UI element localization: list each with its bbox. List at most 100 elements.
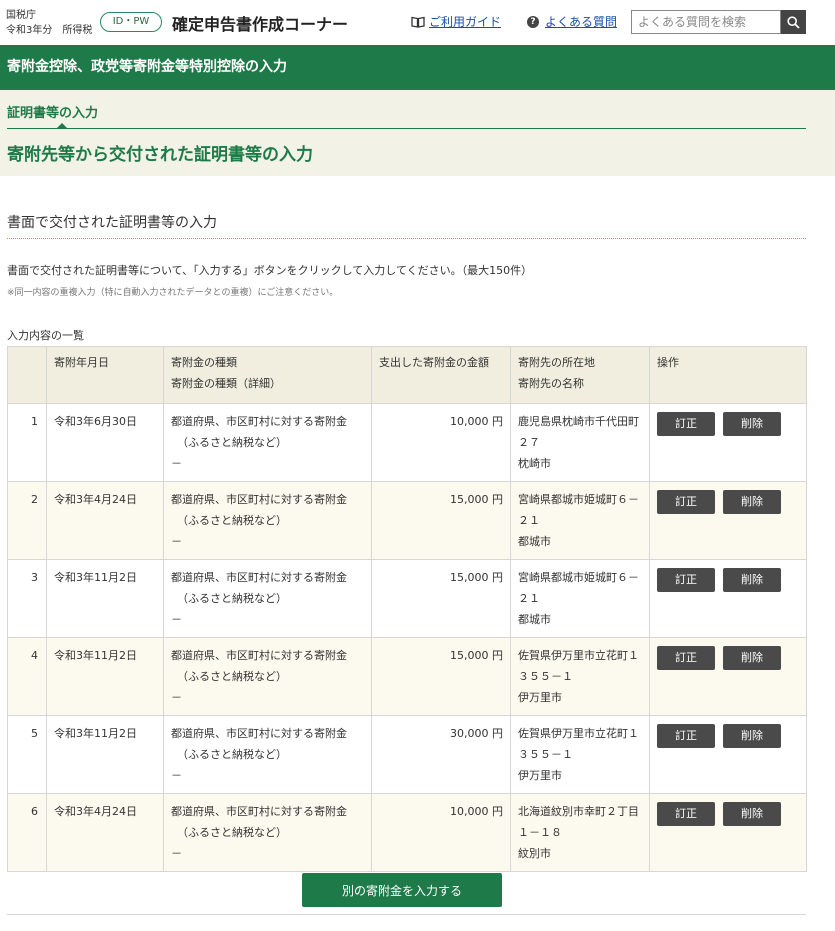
header-no: [7, 346, 47, 404]
donation-amount: 10,000 円: [371, 403, 511, 482]
recipient-address: 宮崎県都城市姫城町６－２１: [518, 493, 639, 527]
donation-type-sub: （ふるさと納税など）: [177, 670, 287, 683]
header-type-label: 寄附金の種類: [171, 356, 237, 369]
faq-search-input[interactable]: [631, 10, 781, 34]
tax-year: 令和3年分 所得税: [6, 25, 93, 36]
row-number: 5: [7, 715, 47, 794]
recipient-name: 枕崎市: [518, 457, 551, 470]
ops-cell: 訂正 削除: [649, 403, 807, 482]
header-amount: 支出した寄附金の金額: [371, 346, 511, 404]
donation-table: 寄附年月日 寄附金の種類 寄附金の種類（詳細） 支出した寄附金の金額 寄附先の所…: [7, 346, 807, 872]
delete-button[interactable]: 削除: [723, 568, 781, 592]
search-button[interactable]: [781, 10, 806, 34]
section-title: 書面で交付された証明書等の入力: [7, 215, 217, 231]
table-row: 4 令和3年11月2日 都道府県、市区町村に対する寄附金 （ふるさと納税など） － 15,…: [7, 637, 807, 716]
donation-type-detail: －: [171, 691, 182, 704]
header-address-label: 寄附先の所在地: [518, 356, 595, 369]
recipient-address: 佐賀県伊万里市立花町１３５５－１: [518, 727, 639, 761]
recipient-name: 伊万里市: [518, 691, 562, 704]
edit-button[interactable]: 訂正: [657, 646, 715, 670]
donation-amount: 10,000 円: [371, 793, 511, 872]
donation-amount: 30,000 円: [371, 715, 511, 794]
step-divider: [7, 128, 806, 129]
donation-type-detail: －: [171, 613, 182, 626]
page-banner: 寄附金控除、政党等寄附金等特別控除の入力: [0, 45, 835, 90]
search-icon: [787, 15, 800, 29]
delete-button[interactable]: 削除: [723, 646, 781, 670]
donation-date: 令和3年6月30日: [46, 403, 164, 482]
idpw-badge: ID・PW: [100, 12, 162, 32]
duplicate-note: ※同一内容の重複入力（特に自動入力されたデータとの重複）にご注意ください。: [7, 288, 339, 298]
donation-type-detail: －: [171, 535, 182, 548]
page-title: 寄附先等から交付された証明書等の入力: [7, 145, 313, 165]
donation-type-sub: （ふるさと納税など）: [177, 514, 287, 527]
question-icon: ?: [527, 15, 539, 28]
recipient-cell: 宮崎県都城市姫城町６－２１ 都城市: [510, 559, 650, 638]
edit-button[interactable]: 訂正: [657, 568, 715, 592]
donation-date: 令和3年11月2日: [46, 559, 164, 638]
edit-button[interactable]: 訂正: [657, 412, 715, 436]
instruction-text: 書面で交付された証明書等について、「入力する」ボタンをクリックして入力してくださ…: [7, 264, 533, 277]
donation-type-detail: －: [171, 457, 182, 470]
recipient-name: 紋別市: [518, 847, 551, 860]
donation-type-sub: （ふるさと納税など）: [177, 436, 287, 449]
recipient-address: 宮崎県都城市姫城町６－２１: [518, 571, 639, 605]
donation-type-cell: 都道府県、市区町村に対する寄附金 （ふるさと納税など） －: [163, 793, 372, 872]
header-date: 寄附年月日: [46, 346, 164, 404]
donation-type: 都道府県、市区町村に対する寄附金: [171, 571, 347, 584]
recipient-cell: 宮崎県都城市姫城町６－２１ 都城市: [510, 481, 650, 560]
donation-type: 都道府県、市区町村に対する寄附金: [171, 415, 347, 428]
header-ops: 操作: [649, 346, 807, 404]
row-actions: 訂正 削除: [657, 801, 799, 826]
donation-type-cell: 都道府県、市区町村に対する寄附金 （ふるさと納税など） －: [163, 637, 372, 716]
ops-cell: 訂正 削除: [649, 715, 807, 794]
donation-date: 令和3年4月24日: [46, 481, 164, 560]
row-actions: 訂正 削除: [657, 489, 799, 514]
list-label: 入力内容の一覧: [7, 329, 84, 342]
donation-type-sub: （ふるさと納税など）: [177, 748, 287, 761]
delete-button[interactable]: 削除: [723, 724, 781, 748]
section-divider: [7, 238, 806, 239]
edit-button[interactable]: 訂正: [657, 802, 715, 826]
ops-cell: 訂正 削除: [649, 481, 807, 560]
delete-button[interactable]: 削除: [723, 490, 781, 514]
delete-button[interactable]: 削除: [723, 412, 781, 436]
table-row: 2 令和3年4月24日 都道府県、市区町村に対する寄附金 （ふるさと納税など） － 15,…: [7, 481, 807, 560]
ops-cell: 訂正 削除: [649, 637, 807, 716]
donation-date: 令和3年11月2日: [46, 715, 164, 794]
table-row: 5 令和3年11月2日 都道府県、市区町村に対する寄附金 （ふるさと納税など） － 30,…: [7, 715, 807, 794]
row-number: 6: [7, 793, 47, 872]
recipient-cell: 佐賀県伊万里市立花町１３５５－１ 伊万里市: [510, 715, 650, 794]
site-header: 国税庁 令和3年分 所得税 ID・PW 確定申告書作成コーナー ご利用ガイド ?…: [0, 0, 835, 45]
edit-button[interactable]: 訂正: [657, 490, 715, 514]
header-type: 寄附金の種類 寄附金の種類（詳細）: [163, 346, 372, 404]
donation-amount: 15,000 円: [371, 481, 511, 560]
donation-type: 都道府県、市区町村に対する寄附金: [171, 493, 347, 506]
add-donation-button[interactable]: 別の寄附金を入力する: [302, 873, 502, 907]
donation-type: 都道府県、市区町村に対する寄附金: [171, 805, 347, 818]
row-actions: 訂正 削除: [657, 723, 799, 748]
edit-button[interactable]: 訂正: [657, 724, 715, 748]
donation-type: 都道府県、市区町村に対する寄附金: [171, 649, 347, 662]
table-header-row: 寄附年月日 寄附金の種類 寄附金の種類（詳細） 支出した寄附金の金額 寄附先の所…: [7, 346, 807, 404]
recipient-cell: 鹿児島県枕崎市千代田町２７ 枕崎市: [510, 403, 650, 482]
faq-link[interactable]: よくある質問: [545, 13, 617, 30]
donation-date: 令和3年4月24日: [46, 793, 164, 872]
row-number: 4: [7, 637, 47, 716]
faq-link-group[interactable]: ? よくある質問: [527, 13, 617, 30]
guide-link[interactable]: ご利用ガイド: [429, 13, 501, 30]
row-actions: 訂正 削除: [657, 567, 799, 592]
step-section: 証明書等の入力 寄附先等から交付された証明書等の入力: [0, 90, 835, 176]
ops-cell: 訂正 削除: [649, 559, 807, 638]
row-number: 2: [7, 481, 47, 560]
table-row: 1 令和3年6月30日 都道府県、市区町村に対する寄附金 （ふるさと納税など） － 10,…: [7, 403, 807, 482]
step-label: 証明書等の入力: [7, 106, 99, 121]
recipient-address: 佐賀県伊万里市立花町１３５５－１: [518, 649, 639, 683]
agency-label: 国税庁 令和3年分 所得税: [6, 8, 92, 38]
row-actions: 訂正 削除: [657, 645, 799, 670]
header-name-label: 寄附先の名称: [518, 377, 584, 390]
guide-link-group[interactable]: ご利用ガイド: [411, 13, 501, 30]
delete-button[interactable]: 削除: [723, 802, 781, 826]
ops-cell: 訂正 削除: [649, 793, 807, 872]
recipient-name: 伊万里市: [518, 769, 562, 782]
